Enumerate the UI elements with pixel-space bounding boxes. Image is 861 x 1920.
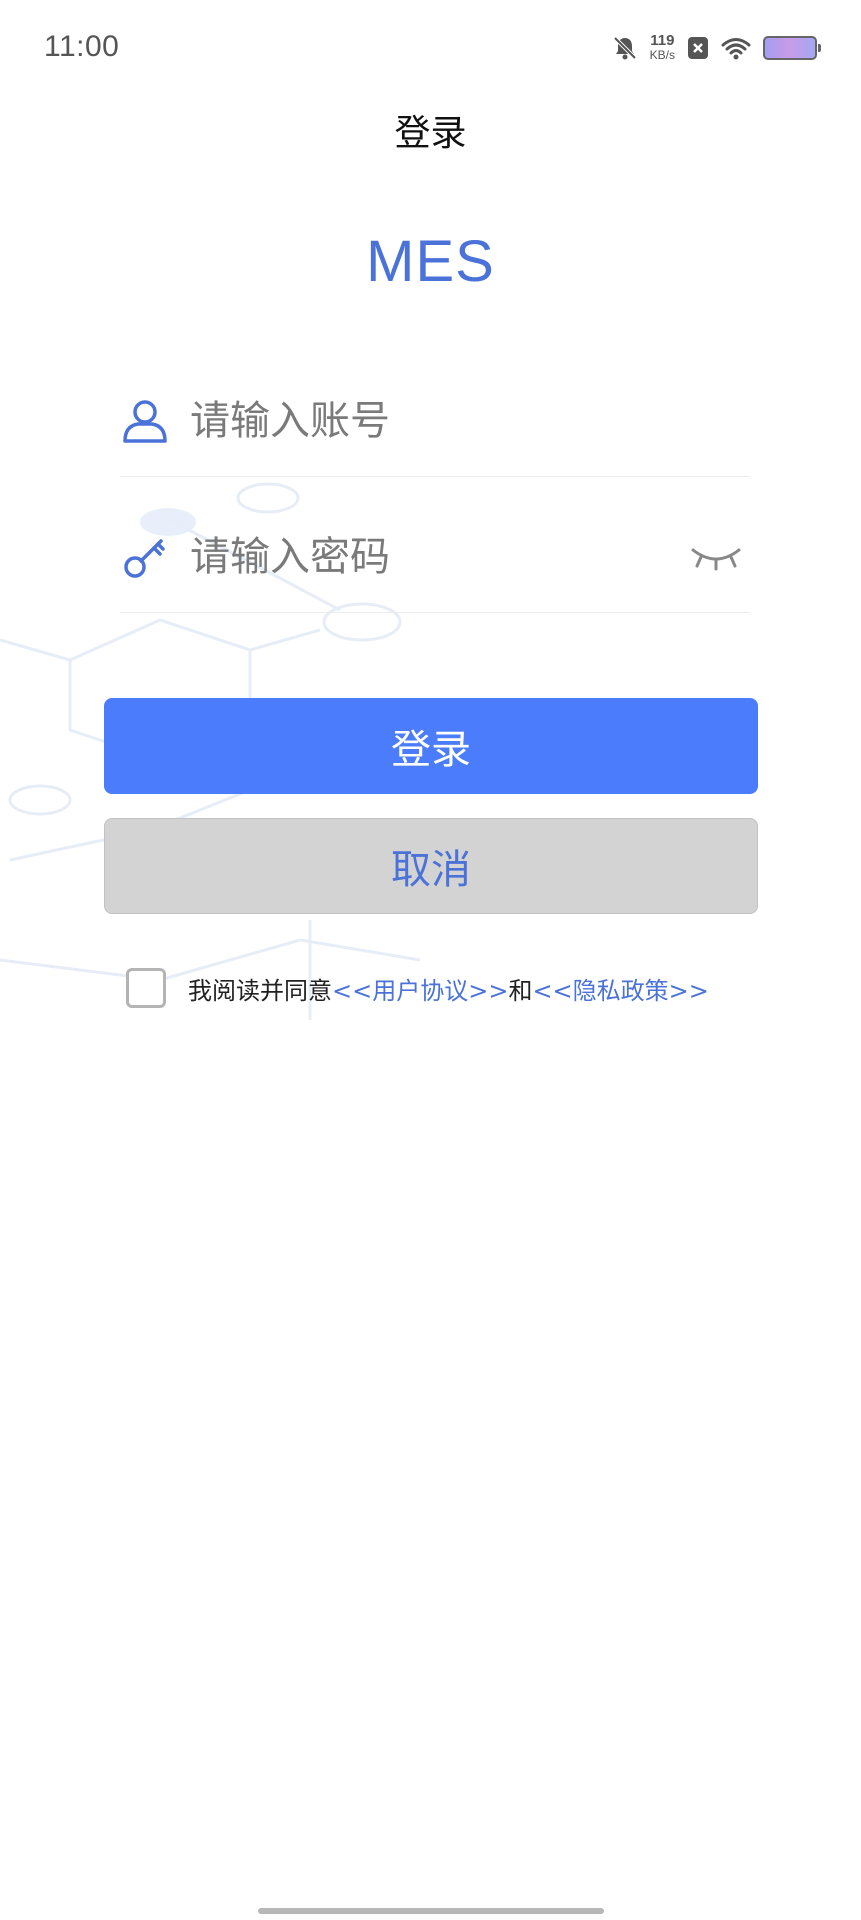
- home-indicator[interactable]: [258, 1908, 604, 1914]
- user-agreement-link[interactable]: <<用户协议>>: [332, 971, 508, 1006]
- battery-icon: [763, 36, 821, 60]
- user-icon: [123, 400, 167, 443]
- privacy-policy-link[interactable]: <<隐私政策>>: [532, 971, 708, 1006]
- page-title: 登录: [394, 113, 467, 154]
- account-field: [120, 366, 750, 477]
- password-field: [120, 502, 750, 613]
- agreement-and: 和: [508, 976, 533, 1005]
- agreement-prefix: 我阅读并同意: [188, 976, 332, 1005]
- network-speed: 119 KB/s: [649, 32, 675, 62]
- network-speed-value: 119: [650, 32, 675, 49]
- login-screen: 11:00 119 KB/s 登录 MES 请输入账号 登录 取消 我阅读并同意…: [0, 0, 861, 1920]
- agreement-row: 我阅读并同意 <<用户协议>> 和 <<隐私政策>>: [126, 968, 709, 1008]
- cancel-button[interactable]: 取消: [104, 818, 758, 914]
- status-time: 11:00: [44, 30, 120, 63]
- status-bar: 11:00 119 KB/s: [0, 0, 861, 100]
- eye-closed-icon[interactable]: [689, 542, 743, 572]
- app-name: MES: [366, 229, 495, 294]
- status-icons: 119 KB/s: [612, 32, 821, 62]
- wifi-icon: [721, 38, 751, 60]
- bell-muted-icon: [613, 36, 637, 60]
- agreement-checkbox[interactable]: [126, 968, 166, 1008]
- key-icon: [124, 539, 165, 578]
- login-button[interactable]: 登录: [104, 698, 758, 794]
- network-speed-unit: KB/s: [649, 48, 675, 62]
- account-input[interactable]: [190, 391, 750, 451]
- password-input[interactable]: [190, 527, 689, 587]
- sim-disabled-icon: [688, 37, 708, 59]
